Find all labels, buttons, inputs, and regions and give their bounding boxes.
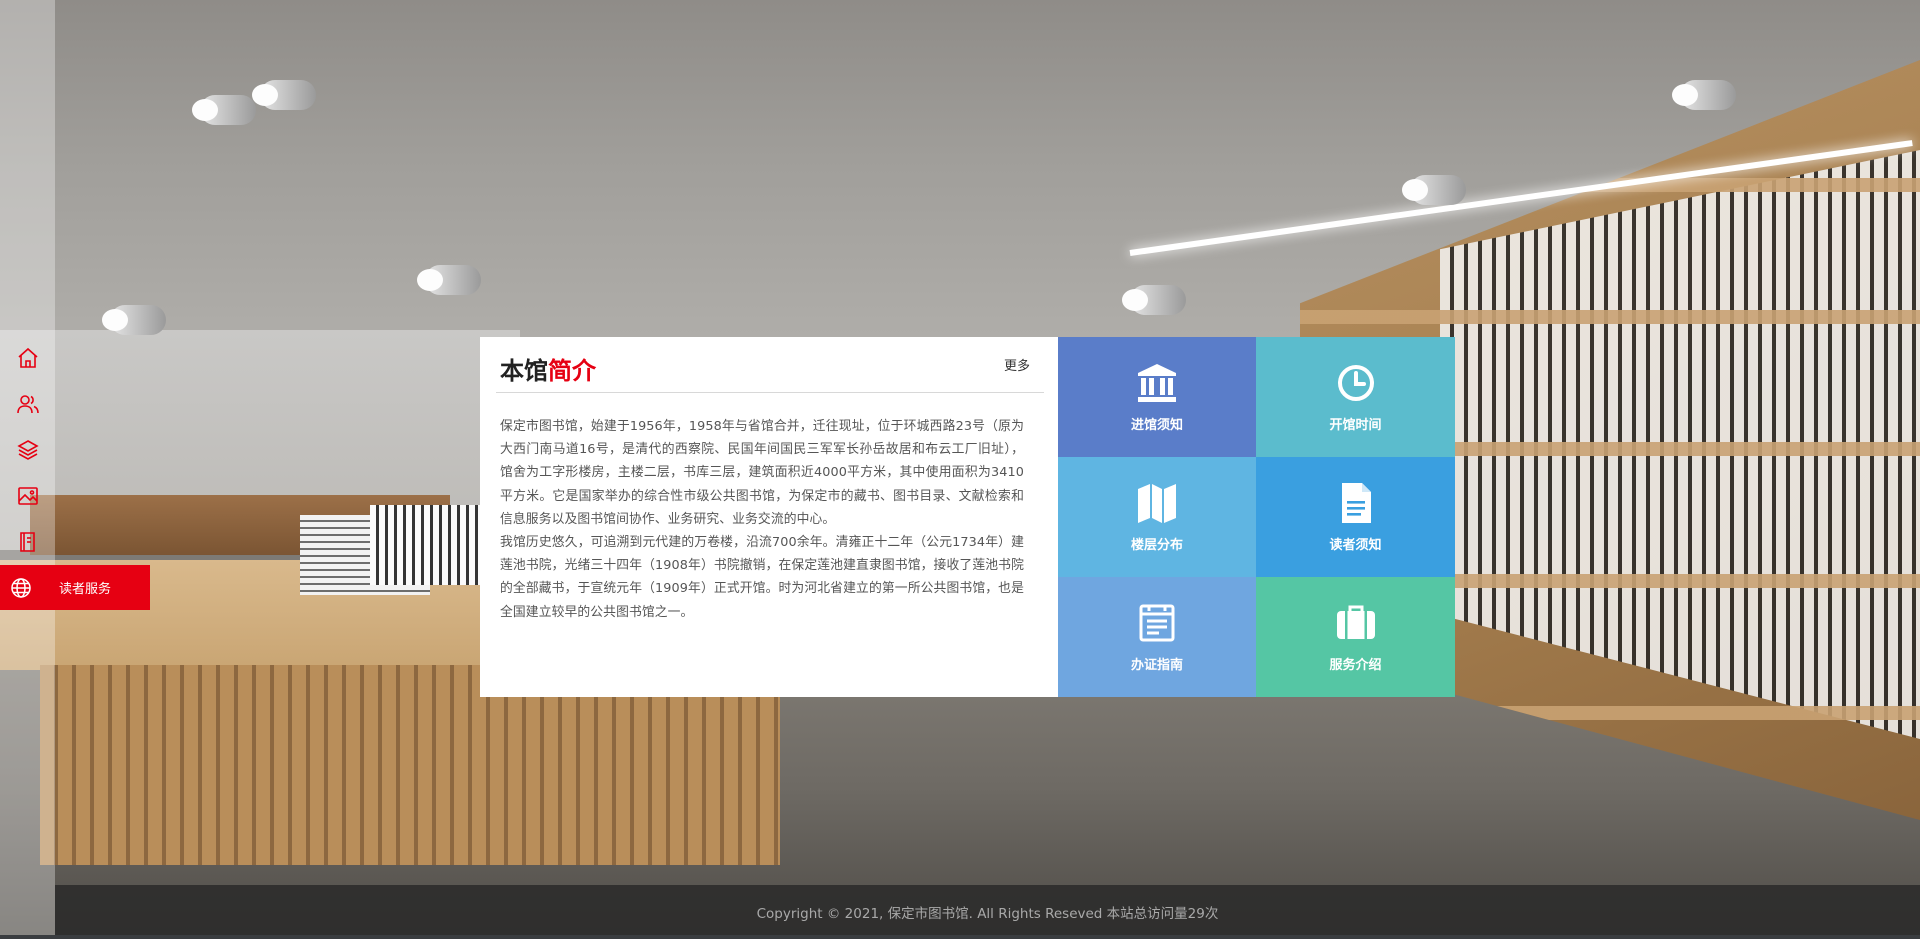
tile-service-intro[interactable]: 服务介绍	[1256, 577, 1455, 697]
users-icon	[16, 395, 39, 414]
spotlight	[1122, 285, 1186, 315]
side-nav: 读者服务	[0, 335, 150, 610]
layers-icon	[16, 440, 39, 460]
tile-label: 办证指南	[1130, 658, 1183, 673]
spotlight	[252, 80, 316, 110]
card-icon	[1139, 604, 1175, 642]
book-icon	[19, 532, 35, 552]
intro-title: 本馆简介	[500, 351, 596, 386]
intro-title-main: 本馆	[500, 356, 548, 385]
tile-card-guide[interactable]: 办证指南	[1058, 577, 1256, 697]
intro-header: 本馆简介 更多	[496, 351, 1044, 393]
spotlight	[192, 95, 256, 125]
tile-label: 楼层分布	[1130, 538, 1183, 553]
tile-entry-notice[interactable]: 进馆须知	[1058, 337, 1256, 457]
book-stack	[370, 505, 480, 585]
tile-reader-notice[interactable]: 读者须知	[1256, 457, 1455, 577]
tile-floor-map[interactable]: 楼层分布	[1058, 457, 1256, 577]
home-icon	[17, 347, 38, 368]
nav-label-reader-services: 读者服务	[59, 582, 112, 597]
intro-title-highlight: 简介	[548, 356, 596, 385]
tile-opening-hours[interactable]: 开馆时间	[1256, 337, 1455, 457]
tile-label: 读者须知	[1329, 538, 1382, 553]
service-tiles: 进馆须知 开馆时间 楼层分布 读者须知 办证指南 服务介绍	[1058, 337, 1455, 697]
image-icon	[17, 487, 38, 505]
map-icon	[1138, 484, 1176, 523]
more-link[interactable]: 更多	[1004, 355, 1030, 374]
nav-item-books[interactable]	[0, 519, 55, 565]
spotlight	[1402, 175, 1466, 205]
tile-label: 服务介绍	[1329, 658, 1382, 673]
library-intro: 本馆简介 更多 保定市图书馆，始建于1956年，1958年与省馆合并，迁往现址，…	[480, 337, 1058, 697]
building-icon	[1138, 364, 1176, 402]
nav-item-gallery[interactable]	[0, 473, 55, 519]
spotlight	[1672, 80, 1736, 110]
footer: Copyright © 2021, 保定市图书馆. All Rights Res…	[55, 885, 1920, 939]
copyright-text: Copyright © 2021, 保定市图书馆. All Rights Res…	[756, 906, 1219, 922]
spotlight	[102, 305, 166, 335]
spotlight	[417, 265, 481, 295]
nav-item-reader-services[interactable]: 读者服务	[0, 565, 150, 610]
intro-paragraph: 保定市图书馆，始建于1956年，1958年与省馆合并，迁往现址，位于环城西路23…	[500, 419, 1024, 527]
clock-icon	[1337, 365, 1374, 401]
footer-bar	[0, 935, 1920, 939]
nav-item-users[interactable]	[0, 381, 55, 427]
briefcase-icon	[1336, 605, 1375, 639]
document-icon	[1341, 483, 1371, 523]
intro-paragraph: 我馆历史悠久，可追溯到元代建的万卷楼，沿流700余年。清雍正十二年（公元1734…	[500, 535, 1024, 620]
globe-icon	[11, 577, 31, 598]
nav-item-home[interactable]	[0, 335, 55, 381]
intro-body: 保定市图书馆，始建于1956年，1958年与省馆合并，迁往现址，位于环城西路23…	[500, 415, 1024, 624]
nav-item-layers[interactable]	[0, 427, 55, 473]
main-panel: 本馆简介 更多 保定市图书馆，始建于1956年，1958年与省馆合并，迁往现址，…	[480, 337, 1455, 697]
tile-label: 进馆须知	[1130, 418, 1183, 433]
tile-label: 开馆时间	[1329, 418, 1382, 433]
